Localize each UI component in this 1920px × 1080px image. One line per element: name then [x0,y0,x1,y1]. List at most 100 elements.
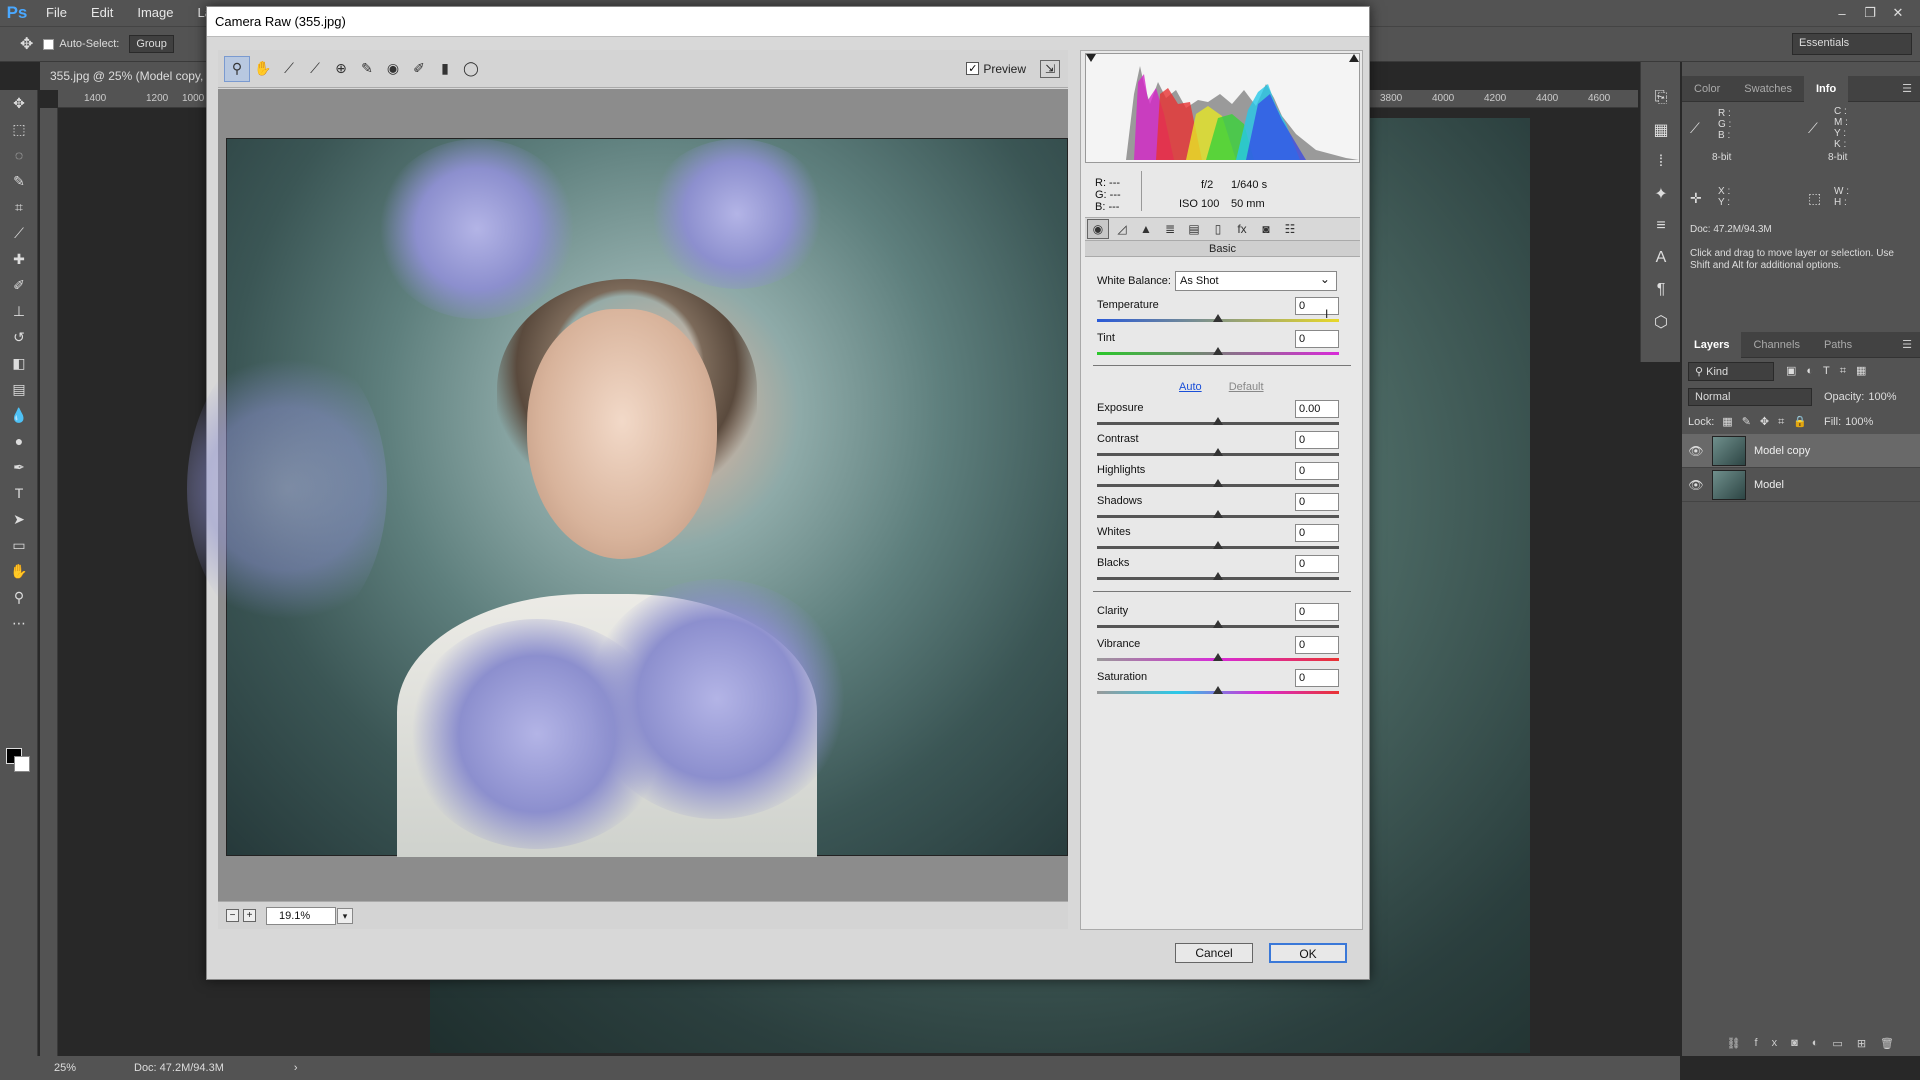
move-tool-icon[interactable]: ✥ [20,34,33,54]
whites-input[interactable]: 0 [1295,524,1339,542]
close-button[interactable]: ✕ [1884,5,1912,21]
preview-checkbox[interactable]: ✓ [966,62,980,75]
opacity-value[interactable]: 100% [1868,391,1896,403]
default-link[interactable]: Default [1229,381,1264,393]
document-tab[interactable]: 355.jpg @ 25% (Model copy, R [40,62,208,90]
paragraph-icon[interactable]: ¶ [1641,274,1681,306]
color-sampler-tool-icon[interactable]: ⟋ [302,56,328,82]
effects-icon[interactable]: fx [1231,219,1253,239]
spot-removal-icon[interactable]: ✎ [354,56,380,82]
saturation-input[interactable]: 0 [1295,669,1339,687]
hand-tool-icon[interactable]: ✋ [250,56,276,82]
tab-layers[interactable]: Layers [1682,331,1742,358]
eyedropper-tool-icon[interactable]: ⟋ [0,220,38,246]
slider-thumb[interactable] [1213,653,1223,661]
history-icon[interactable]: ⎘ [1641,82,1681,114]
properties-icon[interactable]: ▦ [1641,114,1681,146]
cancel-button[interactable]: Cancel [1175,943,1253,963]
auto-select-mode-dropdown[interactable]: Group [129,35,174,53]
3d-icon[interactable]: ⬡ [1641,306,1681,338]
menu-edit[interactable]: Edit [79,0,125,26]
graduated-filter-icon[interactable]: ▮ [432,56,458,82]
brush-tool-icon[interactable]: ✐ [0,272,38,298]
brushes-icon[interactable]: ⁞ [1641,146,1681,178]
slider-thumb[interactable] [1213,448,1223,456]
slider-thumb[interactable] [1213,572,1223,580]
exposure-input[interactable]: 0.00 [1295,400,1339,418]
tab-channels[interactable]: Channels [1741,332,1811,358]
hsl-icon[interactable]: ≣ [1159,219,1181,239]
white-balance-dropdown[interactable]: As Shot [1174,271,1337,291]
split-toning-icon[interactable]: ▤ [1183,219,1205,239]
layer-row[interactable]: 👁 Model copy [1682,434,1920,468]
clarity-input[interactable]: 0 [1295,603,1339,621]
tone-curve-icon[interactable]: ◿ [1111,219,1133,239]
mask-icon[interactable]: ◙ [1791,1037,1812,1049]
shape-tool-icon[interactable]: ▭ [0,532,38,558]
lock-icons[interactable]: ▦✎✥⌗🔒 [1722,415,1816,429]
chevron-down-icon[interactable]: ▾ [337,907,353,924]
character-icon[interactable]: A [1641,242,1681,274]
background-color-swatch[interactable] [14,756,30,772]
blend-mode-dropdown[interactable]: Normal [1688,388,1812,406]
tab-swatches[interactable]: Swatches [1732,76,1804,102]
brush-presets-icon[interactable]: ✦ [1641,178,1681,210]
slider-thumb[interactable] [1213,541,1223,549]
lens-corrections-icon[interactable]: ▯ [1207,219,1229,239]
slider-thumb[interactable] [1213,686,1223,694]
fill-value[interactable]: 100% [1845,416,1873,428]
gradient-tool-icon[interactable]: ▤ [0,376,38,402]
preview-area[interactable] [187,89,1068,901]
stamp-tool-icon[interactable]: ⊥ [0,298,38,324]
hand-tool-icon[interactable]: ✋ [0,558,38,584]
zoom-out-button[interactable]: − [226,909,239,922]
camera-calibration-icon[interactable]: ◙ [1255,219,1277,239]
zoom-in-button[interactable]: + [243,909,256,922]
blur-tool-icon[interactable]: 💧 [0,402,38,428]
zoom-tool-icon[interactable]: ⚲ [224,55,250,82]
minimize-button[interactable]: – [1828,6,1856,21]
healing-brush-icon[interactable]: ✚ [0,246,38,272]
presets-icon[interactable]: ☷ [1279,219,1301,239]
photo-preview[interactable] [187,138,1068,857]
path-select-icon[interactable]: ➤ [0,506,38,532]
tab-paths[interactable]: Paths [1812,332,1864,358]
targeted-adjustment-icon[interactable]: ⊕ [328,56,354,82]
menu-image[interactable]: Image [125,0,185,26]
history-brush-icon[interactable]: ↺ [0,324,38,350]
highlights-input[interactable]: 0 [1295,462,1339,480]
white-balance-tool-icon[interactable]: ⟋ [276,56,302,82]
more-tools-icon[interactable]: ⋯ [0,610,38,636]
kind-filter-dropdown[interactable]: ⚲ Kind [1688,361,1774,381]
marquee-tool-icon[interactable]: ⬚ [0,116,38,142]
auto-link[interactable]: Auto [1179,381,1202,393]
crop-tool-icon[interactable]: ⌗ [0,194,38,220]
eye-icon[interactable]: 👁 [1686,478,1706,492]
status-arrow-icon[interactable]: › [294,1062,298,1074]
panel-menu-icon[interactable]: ☰ [1902,338,1912,351]
adjustment-layer-icon[interactable]: ◐ [1812,1037,1833,1049]
ok-button[interactable]: OK [1269,943,1347,963]
lasso-tool-icon[interactable]: ◌ [0,142,38,168]
adjustments-icon[interactable]: ≡ [1641,210,1681,242]
dodge-tool-icon[interactable]: ● [0,428,38,454]
radial-filter-icon[interactable]: ◯ [458,56,484,82]
tab-info[interactable]: Info [1804,75,1849,102]
slider-thumb[interactable] [1213,479,1223,487]
filter-icons[interactable]: ▣◐T⌗▦ [1786,364,1876,378]
temperature-input[interactable]: 0 [1295,297,1339,315]
basic-panel-icon[interactable]: ◉ [1087,219,1109,239]
zoom-level[interactable]: 25% [54,1062,134,1074]
shadows-input[interactable]: 0 [1295,493,1339,511]
fx-icon[interactable]: fx [1755,1037,1792,1049]
tab-color[interactable]: Color [1682,76,1732,102]
slider-thumb[interactable] [1213,314,1223,322]
contrast-input[interactable]: 0 [1295,431,1339,449]
fullscreen-icon[interactable]: ⇲ [1040,59,1060,78]
red-eye-icon[interactable]: ◉ [380,56,406,82]
restore-button[interactable]: ❐ [1856,5,1884,21]
auto-select-checkbox[interactable]: Auto-Select: [43,38,119,50]
zoom-level-dropdown[interactable]: 19.1% ▾ [266,906,353,925]
eye-icon[interactable]: 👁 [1686,444,1706,458]
pen-tool-icon[interactable]: ✒ [0,454,38,480]
